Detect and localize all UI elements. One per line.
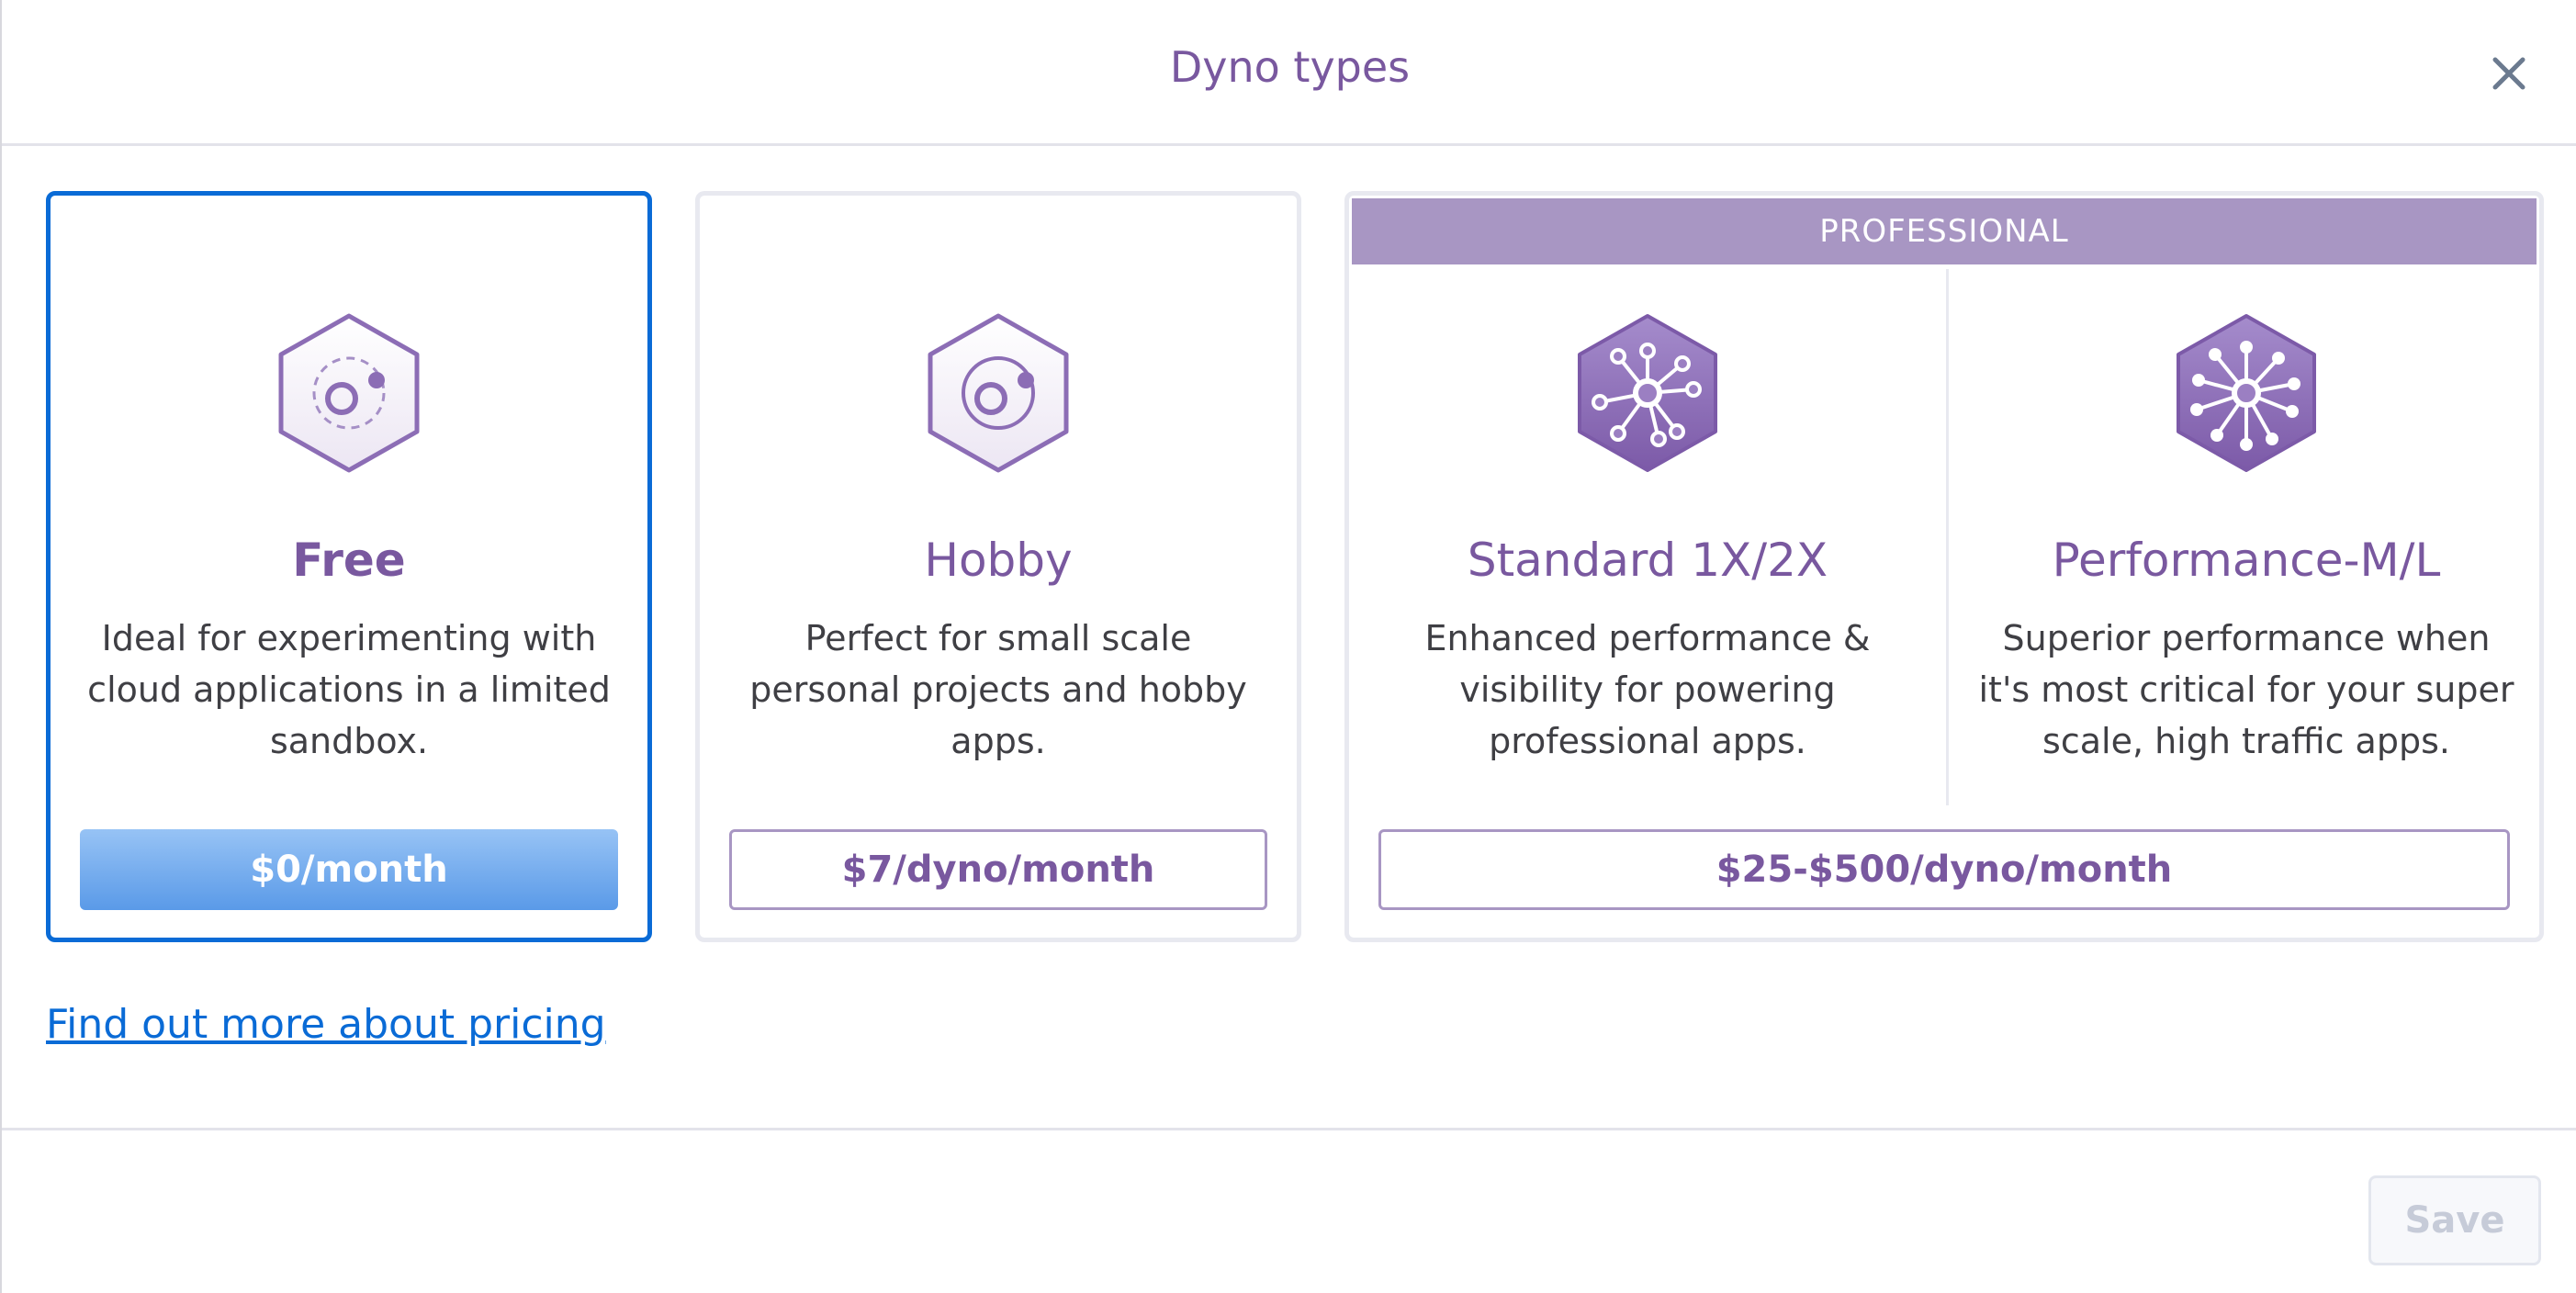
- tier-description-free: Ideal for experimenting with cloud appli…: [87, 618, 611, 761]
- footer-divider: [2, 1128, 2576, 1130]
- professional-banner: PROFESSIONAL: [1352, 198, 2537, 264]
- dyno-standard-icon: [1578, 314, 1717, 472]
- tier-name-free: Free: [292, 534, 406, 587]
- price-button-free[interactable]: $0/month: [80, 829, 618, 910]
- price-button-professional[interactable]: $25-$500/dyno/month: [1378, 829, 2510, 910]
- close-button[interactable]: [2481, 46, 2537, 101]
- tier-description-performance: Superior performance when it's most crit…: [1978, 618, 2514, 761]
- tier-name-hobby: Hobby: [924, 534, 1073, 587]
- pricing-link[interactable]: Find out more about pricing: [46, 1001, 606, 1048]
- price-button-hobby[interactable]: $7/dyno/month: [729, 829, 1267, 910]
- modal-header: Dyno types: [2, 0, 2576, 146]
- dyno-types-modal: Dyno types Free Ideal for experimenting …: [0, 0, 2576, 1293]
- tier-name-performance: Performance-M/L: [2052, 534, 2441, 587]
- close-icon: [2492, 57, 2525, 90]
- modal-title: Dyno types: [1169, 42, 1411, 92]
- tier-card-hobby[interactable]: Hobby Perfect for small scale personal p…: [695, 191, 1301, 942]
- dyno-free-icon: [278, 313, 420, 473]
- tier-description-hobby: Perfect for small scale personal project…: [749, 618, 1247, 761]
- save-button[interactable]: Save: [2368, 1175, 2541, 1265]
- tier-card-professional[interactable]: PROFESSIONAL Standard 1X/2X Enhanced per…: [1344, 191, 2544, 942]
- tier-description-standard: Enhanced performance & visibility for po…: [1424, 618, 1871, 761]
- tier-card-free[interactable]: Free Ideal for experimenting with cloud …: [46, 191, 652, 942]
- dyno-performance-icon: [2177, 314, 2316, 472]
- tier-name-standard: Standard 1X/2X: [1467, 534, 1828, 587]
- dyno-hobby-icon: [928, 313, 1069, 473]
